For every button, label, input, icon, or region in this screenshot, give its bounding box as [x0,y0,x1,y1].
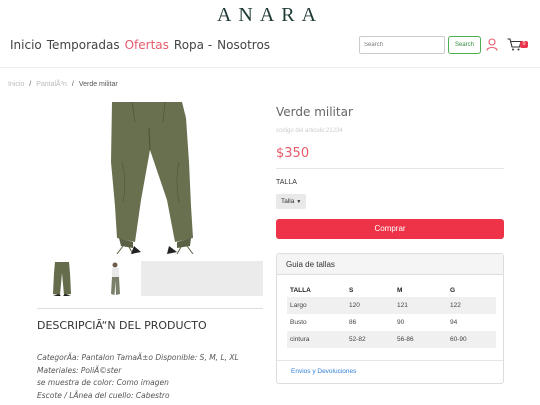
nav-item-temporadas[interactable]: Temporadas [47,38,120,52]
product-main-image[interactable] [37,102,263,254]
size-guide-panel: Guia de tallas TALLA S M G Largo 120 121… [276,253,504,384]
user-icon[interactable] [486,38,498,51]
table-row: Largo 120 121 122 [287,297,496,314]
table-cell: 121 [394,297,447,314]
description-line: se muestra de color: Como imagen [37,378,169,387]
nav-item-ofertas[interactable]: Ofertas [125,38,169,52]
size-select-value: Talla [281,198,295,205]
table-cell: 86 [349,319,357,326]
header-divider [0,67,540,68]
description-title: DESCRIPCIÃ“N DEL PRODUCTO [37,319,207,332]
breadcrumb-separator: / [71,81,74,88]
table-cell: cintura [287,331,346,348]
table-cell: Busto [290,319,307,326]
table-cell: 122 [447,297,496,314]
search-input[interactable] [359,36,445,54]
product-title: Verde militar [276,105,353,119]
cart-count-badge: 0 [520,41,528,48]
size-guide-table: TALLA S M G Largo 120 121 122 Busto 86 9… [287,283,496,348]
table-cell: 90 [397,319,405,326]
buy-button[interactable]: Comprar [276,219,504,239]
size-select[interactable]: Talla ▼ [276,194,306,209]
breadcrumb-item-inicio[interactable]: Inicio [8,81,24,88]
main-nav: Inicio Temporadas Ofertas Ropa - Nosotro… [10,38,275,52]
table-cell: 56-86 [394,331,447,348]
table-header: TALLA [290,286,311,294]
nav-item-inicio[interactable]: Inicio [10,38,42,52]
breadcrumb-separator: / [29,81,32,88]
table-header: G [450,286,456,294]
size-label: TALLA [276,179,297,186]
description-body: CategorÃ­a: Pantalon TamaÃ±o Disponible:… [37,352,239,402]
table-row: Busto 86 90 94 [287,314,496,331]
size-guide-title: Guia de tallas [277,254,503,275]
table-cell: 52-82 [346,331,394,348]
description-divider [37,308,263,309]
price-divider [276,168,504,169]
description-line: Escote / LÃ­nea del cuello: Cabestro [37,390,170,400]
search-button[interactable]: Search [448,36,481,54]
nav-item-nosotros[interactable]: Nosotros [217,38,270,52]
product-thumbnail-placeholder[interactable] [141,261,263,296]
size-guide-divider [277,360,503,361]
table-cell: 94 [450,319,458,326]
description-line: Materiales: PoliÃ©ster [37,365,122,375]
table-header: M [397,286,403,294]
description-line: CategorÃ­a: Pantalon TamaÃ±o Disponible:… [37,353,239,362]
breadcrumb-item-current: Verde militar [78,81,118,88]
table-cell: 120 [346,297,394,314]
table-cell: 60-90 [447,331,496,348]
table-row: cintura 52-82 56-86 60-90 [287,331,496,348]
product-thumbnail-model[interactable] [89,261,139,296]
product-price: $350 [276,146,310,161]
table-header: S [349,286,354,294]
table-header-row: TALLA S M G [287,283,496,297]
breadcrumb-item-pantalon[interactable]: PantalÃ³n [36,81,67,88]
product-code: codigo del articulo:21234 [276,128,343,134]
caret-down-icon: ▼ [296,199,302,205]
shipping-returns-link[interactable]: Envios y Devoluciones [291,368,356,375]
brand-logo[interactable]: ANARA [0,4,540,27]
product-thumbnail-front[interactable] [37,261,87,296]
nav-item-ropa[interactable]: Ropa - [174,38,212,52]
table-cell: Largo [287,297,346,314]
breadcrumb: Inicio / PantalÃ³n / Verde militar [8,81,118,88]
